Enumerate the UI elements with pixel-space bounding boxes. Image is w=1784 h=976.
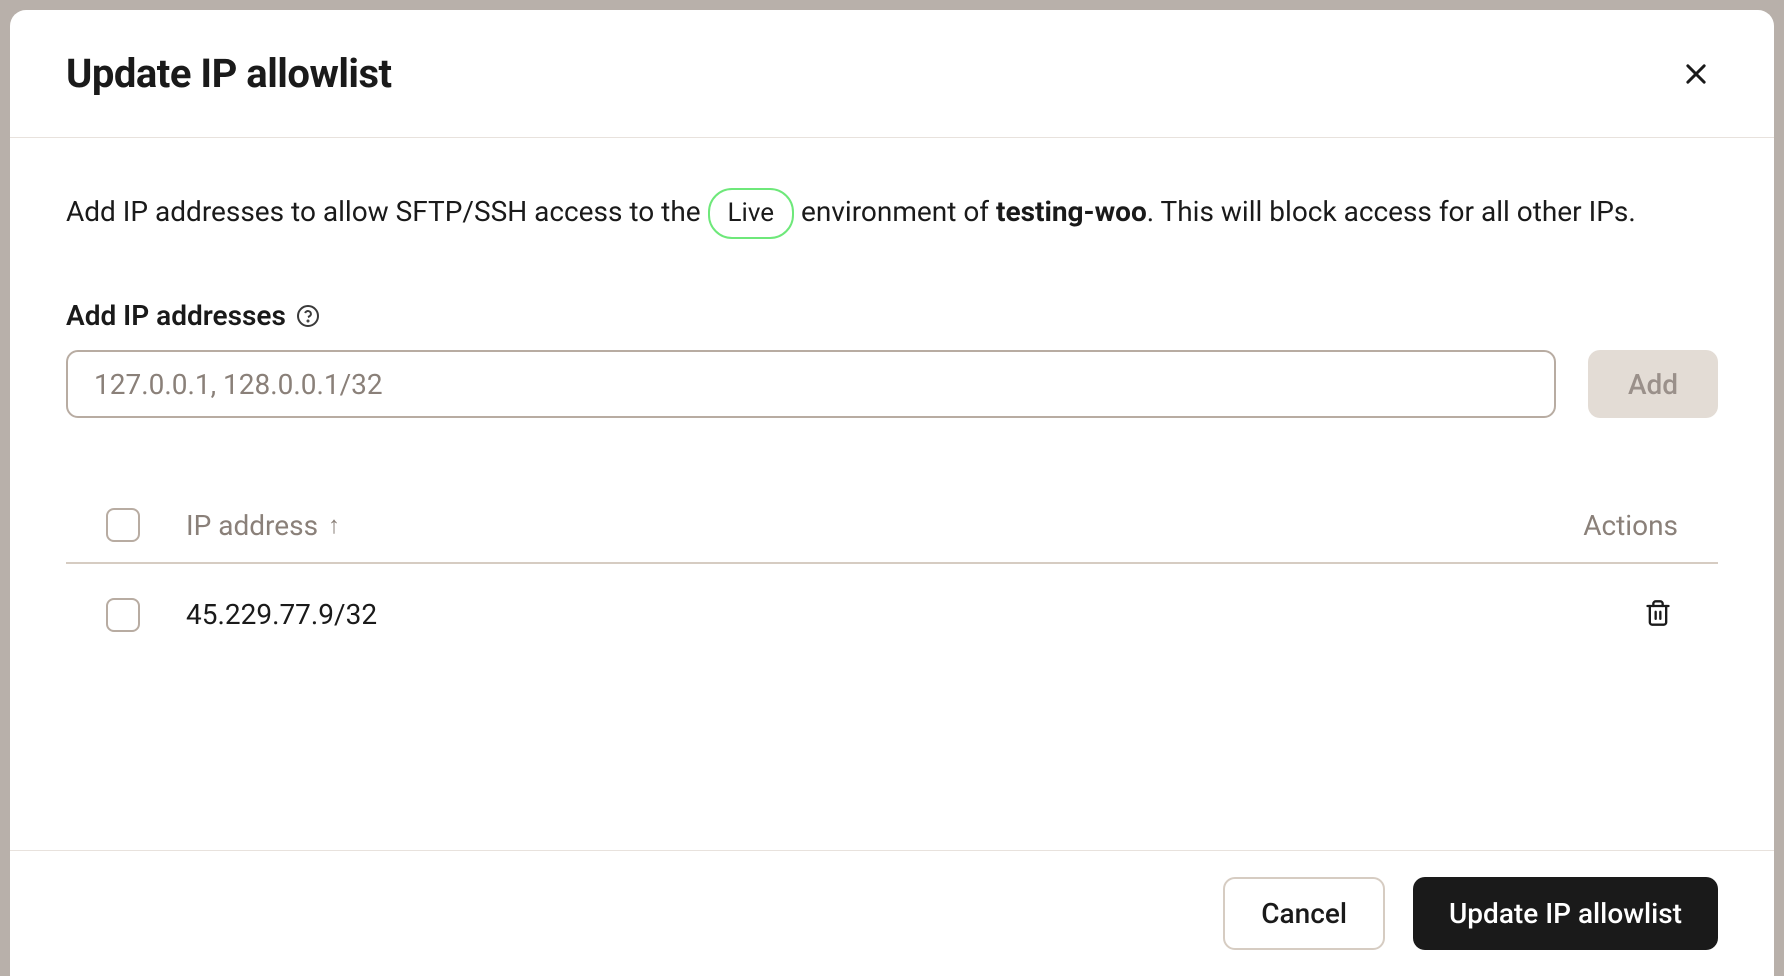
actions-column-header: Actions [1538, 509, 1678, 542]
add-button[interactable]: Add [1588, 350, 1718, 418]
ip-table: IP address ↑ Actions 45.229.77.9/32 [66, 488, 1718, 665]
checkbox-column [106, 508, 186, 542]
sort-ascending-icon: ↑ [328, 511, 340, 540]
cancel-button[interactable]: Cancel [1223, 877, 1385, 950]
delete-button[interactable] [1638, 592, 1678, 637]
modal-title: Update IP allowlist [66, 50, 392, 97]
help-icon[interactable] [296, 304, 320, 328]
select-all-checkbox[interactable] [106, 508, 140, 542]
add-ip-label: Add IP addresses [66, 299, 286, 332]
row-checkbox[interactable] [106, 598, 140, 632]
update-ip-allowlist-button[interactable]: Update IP allowlist [1413, 877, 1718, 950]
field-label-row: Add IP addresses [66, 299, 1718, 332]
trash-icon [1644, 598, 1672, 628]
close-icon [1682, 60, 1710, 88]
update-ip-allowlist-modal: Update IP allowlist Add IP addresses to … [10, 10, 1774, 976]
modal-footer: Cancel Update IP allowlist [10, 850, 1774, 976]
environment-badge: Live [708, 188, 795, 239]
ip-column-header[interactable]: IP address ↑ [186, 509, 1538, 542]
ip-address-input[interactable] [66, 350, 1556, 418]
table-row: 45.229.77.9/32 [66, 564, 1718, 665]
table-header: IP address ↑ Actions [66, 488, 1718, 564]
modal-body: Add IP addresses to allow SFTP/SSH acces… [10, 138, 1774, 850]
close-button[interactable] [1674, 52, 1718, 96]
input-row: Add [66, 350, 1718, 418]
ip-value: 45.229.77.9/32 [186, 598, 377, 631]
site-name: testing-woo [996, 195, 1147, 228]
modal-description: Add IP addresses to allow SFTP/SSH acces… [66, 188, 1718, 239]
modal-header: Update IP allowlist [10, 10, 1774, 138]
